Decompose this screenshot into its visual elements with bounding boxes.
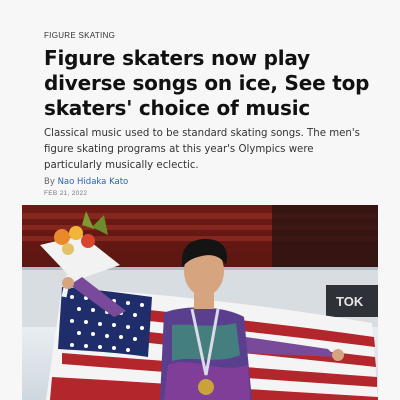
article: FIGURE SKATING Figure skaters now play d… <box>0 0 400 400</box>
sponsor-board-text: TOK <box>336 294 364 309</box>
byline-prefix: By <box>44 177 55 187</box>
author-link[interactable]: Nao Hidaka Kato <box>58 177 129 187</box>
hero-photo[interactable]: TOK <box>22 205 378 400</box>
category-link[interactable]: FIGURE SKATING <box>44 31 115 40</box>
hero-photo-graphic: TOK <box>22 205 378 400</box>
headline: Figure skaters now play diverse songs on… <box>44 46 370 120</box>
byline: By Nao Hidaka Kato <box>44 177 128 187</box>
article-dek: Classical music used to be standard skat… <box>44 128 360 171</box>
publish-date: FEB 21, 2022 <box>44 190 88 197</box>
